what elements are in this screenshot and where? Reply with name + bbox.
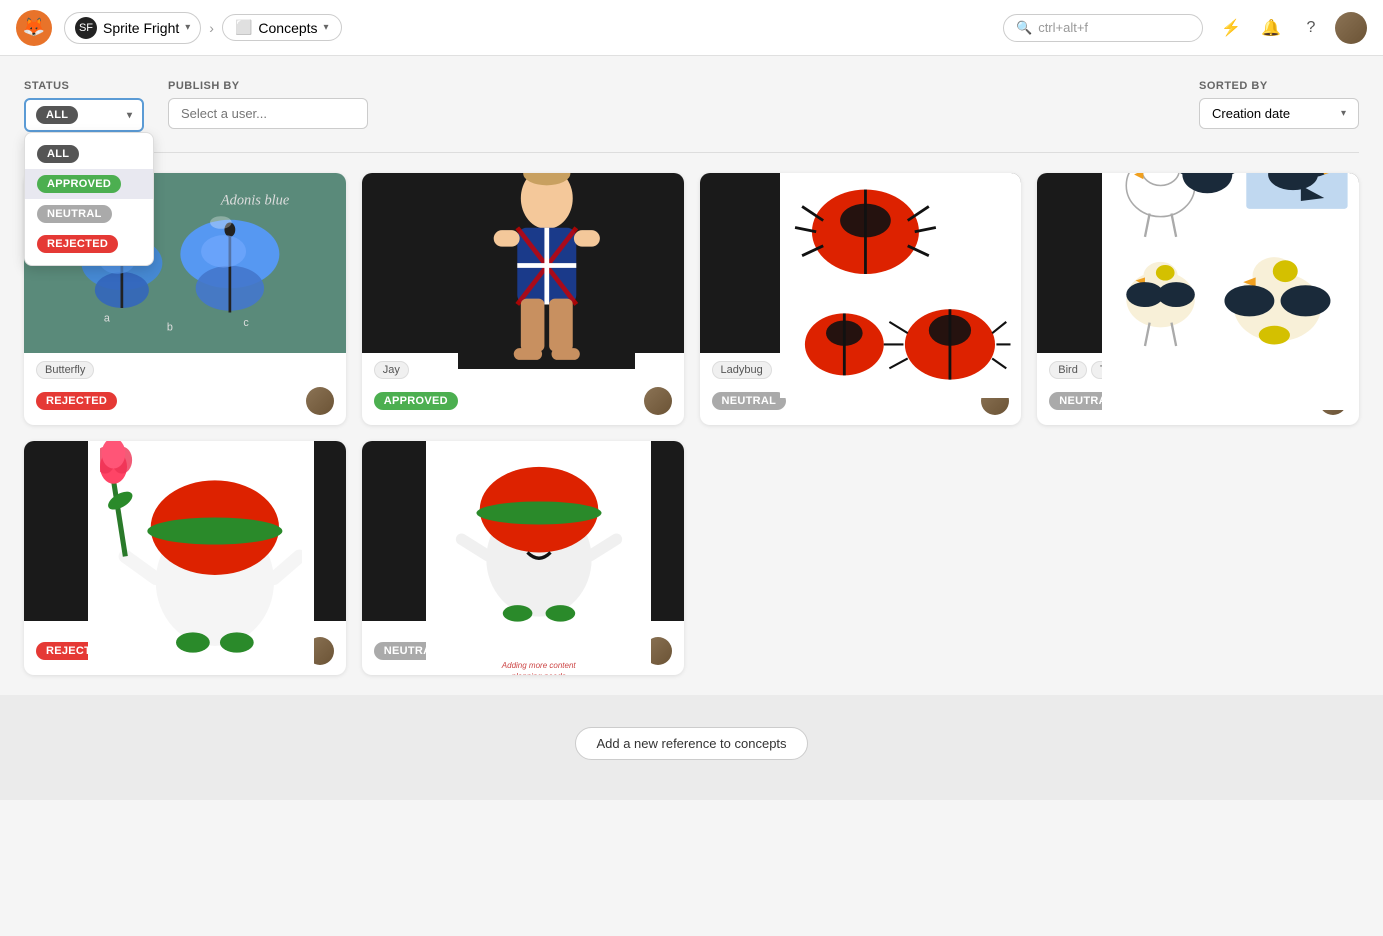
card-ladybug: Ladybug NEUTRAL [700, 173, 1022, 425]
app-header: 🦊 SF Sprite Fright ▾ › ⬜ Concepts ▾ 🔍 ct… [0, 0, 1383, 56]
card-jay-status-row: APPROVED [362, 387, 684, 425]
lightning-button[interactable]: ⚡ [1215, 12, 1247, 44]
add-reference-container: Add a new reference to concepts [0, 695, 1383, 800]
sorted-value: Creation date [1212, 106, 1290, 121]
dropdown-item-approved[interactable]: APPROVED [25, 169, 153, 199]
card-jay-image[interactable] [362, 173, 684, 353]
search-bar[interactable]: 🔍 ctrl+alt+f [1003, 14, 1203, 42]
gnome2-content: Adding more content planning needs [426, 441, 651, 675]
sorted-by-label: SORTED BY [1199, 80, 1359, 92]
section-selector[interactable]: ⬜ Concepts ▾ [222, 14, 342, 41]
filter-separator [24, 152, 1359, 153]
bird-content: MOTION CUTS 1:1 ratio [1102, 173, 1359, 410]
gnome1-content [88, 441, 313, 675]
sorted-by-filter: SORTED BY Creation date ▾ [1199, 80, 1359, 129]
ladybug-status-badge: NEUTRAL [712, 392, 787, 410]
svg-text:b: b [167, 322, 173, 334]
dropdown-item-rejected[interactable]: REJECTED [25, 229, 153, 259]
card-butterfly-footer: Butterfly [24, 353, 346, 387]
main-content: STATUS ALL ▾ ALL APPROVED NEUTRAL REJECT… [0, 56, 1383, 936]
card-gnome2-image[interactable]: Adding more content planning needs [362, 441, 684, 621]
breadcrumb-arrow: › [209, 20, 214, 36]
empty-col-3 [700, 441, 1022, 675]
header-actions: ⚡ 🔔 ? [1215, 12, 1367, 44]
card-ladybug-tags: Ladybug [712, 361, 772, 379]
jay-content [458, 173, 635, 369]
status-select[interactable]: ALL ▾ [24, 98, 144, 132]
add-reference-label: Add a new reference to concepts [596, 736, 786, 751]
card-bird: MOTION CUTS 1:1 ratio [1037, 173, 1359, 425]
add-reference-button[interactable]: Add a new reference to concepts [575, 727, 807, 760]
bell-button[interactable]: 🔔 [1255, 12, 1287, 44]
publish-by-input[interactable] [168, 98, 368, 129]
section-name: Concepts [258, 20, 317, 36]
ladybug-tag: Ladybug [712, 361, 772, 379]
card-ladybug-image[interactable] [700, 173, 1022, 353]
sorted-select[interactable]: Creation date ▾ [1199, 98, 1359, 129]
all-pill: ALL [37, 145, 79, 163]
help-button[interactable]: ? [1295, 12, 1327, 44]
project-chevron-icon: ▾ [185, 22, 190, 33]
ladybug-content [780, 173, 1021, 398]
project-name: Sprite Fright [103, 20, 179, 36]
bird-tag: Bird [1049, 361, 1087, 379]
app-logo[interactable]: 🦊 [16, 10, 52, 46]
status-filter: STATUS ALL ▾ ALL APPROVED NEUTRAL REJECT… [24, 80, 144, 132]
search-placeholder: ctrl+alt+f [1038, 20, 1088, 35]
svg-text:Adonis blue: Adonis blue [220, 193, 290, 209]
card-gnome1: REJECTED [24, 441, 346, 675]
search-icon: 🔍 [1016, 20, 1032, 36]
card-bird-image[interactable]: MOTION CUTS 1:1 ratio [1037, 173, 1359, 353]
project-icon: SF [75, 17, 97, 39]
status-chevron-icon: ▾ [127, 110, 132, 121]
jay-status-badge: APPROVED [374, 392, 458, 410]
butterfly-status-badge: REJECTED [36, 392, 117, 410]
status-label: STATUS [24, 80, 144, 92]
card-butterfly-tags: Butterfly [36, 361, 94, 379]
status-select-value: ALL [36, 106, 78, 124]
project-selector[interactable]: SF Sprite Fright ▾ [64, 12, 201, 44]
cards-grid-row1: Adonis blue [24, 173, 1359, 425]
card-gnome1-image[interactable] [24, 441, 346, 621]
publish-by-filter: PUBLISH BY [168, 80, 368, 129]
filters-row: STATUS ALL ▾ ALL APPROVED NEUTRAL REJECT… [24, 80, 1359, 132]
approved-pill: APPROVED [37, 175, 121, 193]
jay-tag: Jay [374, 361, 409, 379]
project-avatar: SF [79, 22, 93, 34]
card-butterfly-status-row: REJECTED [24, 387, 346, 425]
card-jay: Jay APPROVED [362, 173, 684, 425]
svg-text:a: a [104, 313, 110, 325]
sorted-chevron-icon: ▾ [1341, 108, 1346, 119]
card-gnome2: Adding more content planning needs NEUTR… [362, 441, 684, 675]
user-avatar[interactable] [1335, 12, 1367, 44]
card-jay-tags: Jay [374, 361, 409, 379]
empty-col-4 [1037, 441, 1359, 675]
concepts-icon: ⬜ [235, 19, 252, 36]
rejected-pill: REJECTED [37, 235, 118, 253]
butterfly-card-avatar [306, 387, 334, 415]
cards-grid-row2: REJECTED [24, 441, 1359, 675]
section-chevron-icon: ▾ [324, 22, 329, 33]
dropdown-item-all[interactable]: ALL [25, 139, 153, 169]
status-dropdown-menu: ALL APPROVED NEUTRAL REJECTED [24, 132, 154, 266]
neutral-pill: NEUTRAL [37, 205, 112, 223]
jay-card-avatar [644, 387, 672, 415]
publish-by-label: PUBLISH BY [168, 80, 368, 92]
svg-text:c: c [243, 317, 249, 329]
butterfly-tag: Butterfly [36, 361, 94, 379]
dropdown-item-neutral[interactable]: NEUTRAL [25, 199, 153, 229]
fox-icon: 🦊 [23, 17, 45, 38]
